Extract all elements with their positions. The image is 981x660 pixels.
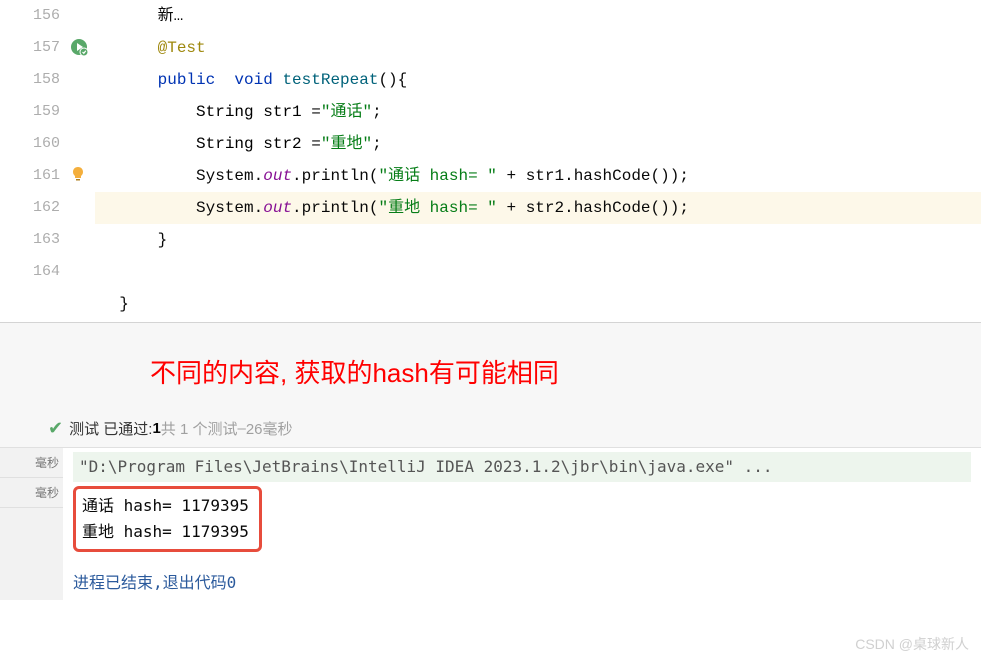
command-line: "D:\Program Files\JetBrains\IntelliJ IDE…: [73, 452, 971, 482]
watermark: CSDN @桌球新人: [855, 634, 969, 654]
console-output[interactable]: "D:\Program Files\JetBrains\IntelliJ IDE…: [63, 448, 981, 600]
line-number: 158: [0, 64, 60, 96]
test-status-text: 测试 已通过:: [69, 418, 152, 439]
test-total-text: 共 1 个测试: [161, 418, 238, 439]
code-line: @Test: [100, 32, 981, 64]
tree-time-cell: 毫秒: [0, 448, 63, 478]
process-finish-line: 进程已结束,退出代码0: [73, 570, 971, 596]
code-line: 新…: [100, 0, 981, 32]
test-tree-sidebar[interactable]: 毫秒 毫秒: [0, 448, 63, 600]
check-icon: ✔: [48, 418, 63, 439]
line-number: 164: [0, 256, 60, 288]
line-number: 163: [0, 224, 60, 256]
code-line: String str1 ="通话";: [100, 96, 981, 128]
code-content[interactable]: 新… @Test public void testRepeat(){ Strin…: [95, 0, 981, 320]
test-result-bar: ✔ 测试 已通过: 1 共 1 个测试 – 26毫秒: [0, 410, 981, 448]
code-line: System.out.println("通话 hash= " + str1.ha…: [100, 160, 981, 192]
line-number: 161: [0, 160, 60, 192]
code-line: }: [100, 224, 981, 256]
tree-time-cell: 毫秒: [0, 478, 63, 508]
code-line: public void testRepeat(){: [100, 64, 981, 96]
lightbulb-icon[interactable]: [70, 166, 88, 184]
line-number: 157: [0, 32, 60, 64]
line-number: 156: [0, 0, 60, 32]
editor-area: 156 157 158 159 160 161: [0, 0, 981, 320]
line-number: 159: [0, 96, 60, 128]
code-line: String str2 ="重地";: [100, 128, 981, 160]
highlight-box: 通话 hash= 1179395 重地 hash= 1179395: [73, 486, 262, 552]
annotation: @Test: [158, 39, 206, 57]
test-passed-count: 1: [152, 420, 160, 437]
user-annotation: 不同的内容, 获取的hash有可能相同: [0, 323, 981, 410]
line-number: 160: [0, 128, 60, 160]
test-dash: –: [237, 420, 245, 437]
code-line: }: [100, 288, 981, 320]
line-number: 162: [0, 192, 60, 224]
output-line: 重地 hash= 1179395: [82, 519, 249, 545]
run-test-icon[interactable]: [70, 38, 88, 56]
code-line-highlighted: System.out.println("重地 hash= " + str2.ha…: [95, 192, 981, 224]
test-time: 26毫秒: [246, 418, 293, 439]
console-panel: 毫秒 毫秒 "D:\Program Files\JetBrains\Intell…: [0, 448, 981, 600]
output-line: 通话 hash= 1179395: [82, 493, 249, 519]
line-gutter: 156 157 158 159 160 161: [0, 0, 95, 320]
code-line: [100, 256, 981, 288]
